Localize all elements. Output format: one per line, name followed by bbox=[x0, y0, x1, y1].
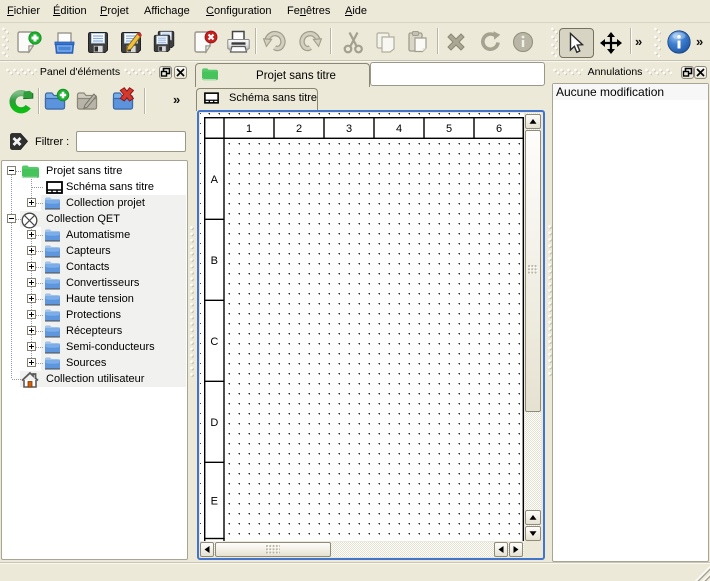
svg-text:4: 4 bbox=[396, 123, 402, 135]
svg-text:B: B bbox=[211, 255, 218, 267]
svg-text:D: D bbox=[210, 417, 218, 429]
svg-text:A: A bbox=[211, 174, 219, 186]
svg-text:1: 1 bbox=[246, 123, 252, 135]
svg-text:2: 2 bbox=[296, 123, 302, 135]
svg-text:E: E bbox=[211, 495, 218, 507]
svg-text:5: 5 bbox=[446, 123, 452, 135]
svg-text:3: 3 bbox=[346, 123, 352, 135]
svg-text:C: C bbox=[210, 336, 218, 348]
svg-text:6: 6 bbox=[496, 123, 502, 135]
